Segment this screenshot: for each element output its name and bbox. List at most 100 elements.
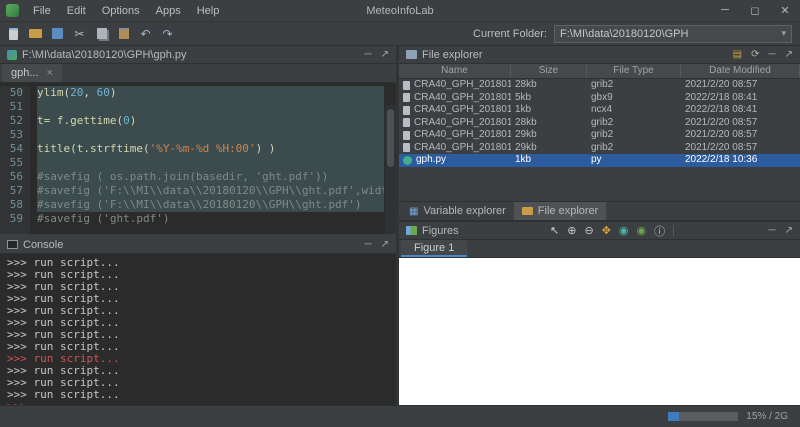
table-row[interactable]: CRA40_GPH_2018012...5kbgbx92022/2/18 08:… xyxy=(399,92,800,105)
menu-file[interactable]: File xyxy=(25,2,59,20)
minimize-icon[interactable]: ─ xyxy=(365,49,372,60)
float-icon[interactable]: ↗ xyxy=(381,49,389,60)
code-line: #savefig ('F:\\MI\\data\\20180120\\GPH\\… xyxy=(37,184,384,198)
figures-panel-icon xyxy=(406,226,417,235)
open-file-icon[interactable] xyxy=(28,26,43,41)
code-text: ) xyxy=(110,86,117,99)
float-icon[interactable]: ↗ xyxy=(785,225,793,236)
figure-toolbar: ↖ ⊕ ⊖ ✥ ◉ ◉ ⓘ xyxy=(550,223,665,239)
file-type: grib2 xyxy=(587,117,681,130)
cut-icon[interactable]: ✂ xyxy=(72,26,87,41)
console-output[interactable]: >>> run script...>>> run script...>>> ru… xyxy=(0,254,396,405)
scrollbar-thumb[interactable] xyxy=(387,109,394,167)
file-name-cell: CRA40_GPH_2018012... xyxy=(399,79,511,92)
column-header-size[interactable]: Size xyxy=(511,64,587,78)
file-size: 28kb xyxy=(511,79,587,92)
window-controls: ─◻✕ xyxy=(710,1,800,20)
folder-icon xyxy=(522,207,533,215)
table-row[interactable]: CRA40_GPH_2018012...29kbgrib22021/2/20 0… xyxy=(399,142,800,155)
minimize-icon[interactable]: ─ xyxy=(365,239,372,250)
code-text: ) xyxy=(130,114,137,127)
file-explorer-panel-icon xyxy=(406,50,417,59)
menu-edit[interactable]: Edit xyxy=(59,2,94,20)
file-size: 1kb xyxy=(511,104,587,117)
code-editor[interactable]: 50515253545556575859 ylim(20, 60) t= f.g… xyxy=(0,83,396,234)
line-number: 55 xyxy=(0,156,23,170)
chevron-down-icon[interactable]: ▾ xyxy=(781,28,786,39)
file-icon xyxy=(403,81,410,90)
tab-label: gph... xyxy=(11,67,39,79)
console-window-controls: ─↗ xyxy=(365,239,389,250)
code-line: title(t.strftime('%Y-%m-%d %H:00') ) xyxy=(37,142,384,156)
float-icon[interactable]: ↗ xyxy=(381,239,389,250)
full-extent-icon[interactable]: ◉ xyxy=(619,224,629,237)
table-row[interactable]: CRA40_GPH_2018012...29kbgrib22021/2/20 0… xyxy=(399,129,800,142)
table-row[interactable]: CRA40_GPH_2018012...1kbncx42022/2/18 08:… xyxy=(399,104,800,117)
line-number: 51 xyxy=(0,100,23,114)
file-size: 29kb xyxy=(511,142,587,155)
window-close-button[interactable]: ✕ xyxy=(770,1,800,20)
new-file-icon[interactable] xyxy=(6,26,21,41)
window-minimize-button[interactable]: ─ xyxy=(710,1,740,20)
redo-icon[interactable]: ↷ xyxy=(160,26,175,41)
float-icon[interactable]: ↗ xyxy=(785,49,793,60)
tab-figure-1[interactable]: Figure 1 xyxy=(401,240,467,257)
code-line xyxy=(37,100,384,114)
save-icon[interactable] xyxy=(50,26,65,41)
figures-titlebar: Figures ↖ ⊕ ⊖ ✥ ◉ ◉ ⓘ ─ ↗ xyxy=(399,222,800,240)
file-date: 2021/2/20 08:57 xyxy=(681,79,800,92)
table-row[interactable]: CRA40_GPH_2018012...28kbgrib22021/2/20 0… xyxy=(399,117,800,130)
open-folder-icon[interactable]: ▤ xyxy=(733,49,742,60)
file-size: 1kb xyxy=(511,154,587,167)
layers-icon[interactable]: ◉ xyxy=(637,224,647,237)
table-row[interactable]: CRA40_GPH_2018012...28kbgrib22021/2/20 0… xyxy=(399,79,800,92)
tab-gph-py[interactable]: gph... × xyxy=(2,64,62,82)
column-header-name[interactable]: Name xyxy=(399,64,511,78)
menu-apps[interactable]: Apps xyxy=(148,2,189,20)
file-name: CRA40_GPH_2018012... xyxy=(414,142,511,155)
code-text: 20 xyxy=(70,86,83,99)
menu-help[interactable]: Help xyxy=(189,2,228,20)
table-row[interactable]: gph.py1kbpy2022/2/18 10:36 xyxy=(399,154,800,167)
identify-icon[interactable]: ⓘ xyxy=(654,223,665,239)
menu-items: FileEditOptionsAppsHelp xyxy=(25,5,227,17)
minimize-icon[interactable]: ─ xyxy=(769,225,776,236)
file-type: py xyxy=(587,154,681,167)
code-text xyxy=(37,100,44,113)
figures-title: Figures xyxy=(422,225,459,237)
figure-tabbar: Figure 1 xyxy=(399,240,800,258)
tab-file-explorer[interactable]: File explorer xyxy=(514,202,607,220)
menu-options[interactable]: Options xyxy=(94,2,148,20)
file-type: grib2 xyxy=(587,142,681,155)
file-date: 2022/2/18 08:41 xyxy=(681,92,800,105)
paste-icon[interactable] xyxy=(116,26,131,41)
column-header-date-modified[interactable]: Date Modified xyxy=(681,64,800,78)
file-explorer-window-controls: ▤ ⟳ ─ ↗ xyxy=(733,49,793,60)
tab-variable-explorer[interactable]: ▦Variable explorer xyxy=(401,202,514,220)
refresh-icon[interactable]: ⟳ xyxy=(751,49,759,60)
zoom-out-icon[interactable]: ⊖ xyxy=(584,224,593,237)
console-title: Console xyxy=(23,239,63,251)
copy-icon[interactable] xyxy=(94,26,109,41)
editor-scrollbar[interactable] xyxy=(385,105,396,234)
code-text: #savefig ('F:\\MI\\data\\20180120\\GPH\\… xyxy=(37,184,384,197)
memory-label: 15% / 2G xyxy=(746,411,788,422)
figure-canvas[interactable] xyxy=(399,258,800,405)
undo-icon[interactable]: ↶ xyxy=(138,26,153,41)
file-icon xyxy=(403,118,410,127)
current-folder-value: F:\MI\data\20180120\GPH xyxy=(560,28,688,40)
minimize-icon[interactable]: ─ xyxy=(769,49,776,60)
column-header-file-type[interactable]: File Type xyxy=(587,64,681,78)
pan-icon[interactable]: ✥ xyxy=(602,224,611,237)
zoom-in-icon[interactable]: ⊕ xyxy=(567,224,576,237)
select-icon[interactable]: ↖ xyxy=(550,224,559,237)
file-type: grib2 xyxy=(587,79,681,92)
console-panel: Console ─↗ >>> run script...>>> run scri… xyxy=(0,234,396,405)
window-maximize-button[interactable]: ◻ xyxy=(740,1,770,20)
current-folder-combobox[interactable]: F:\MI\data\20180120\GPH ▾ xyxy=(554,25,792,43)
close-icon[interactable]: × xyxy=(47,67,53,79)
code-lines: ylim(20, 60) t= f.gettime(0) title(t.str… xyxy=(30,86,384,234)
line-number: 59 xyxy=(0,212,23,226)
memory-indicator[interactable] xyxy=(668,412,738,421)
file-table: CRA40_GPH_2018012...28kbgrib22021/2/20 0… xyxy=(399,79,800,167)
